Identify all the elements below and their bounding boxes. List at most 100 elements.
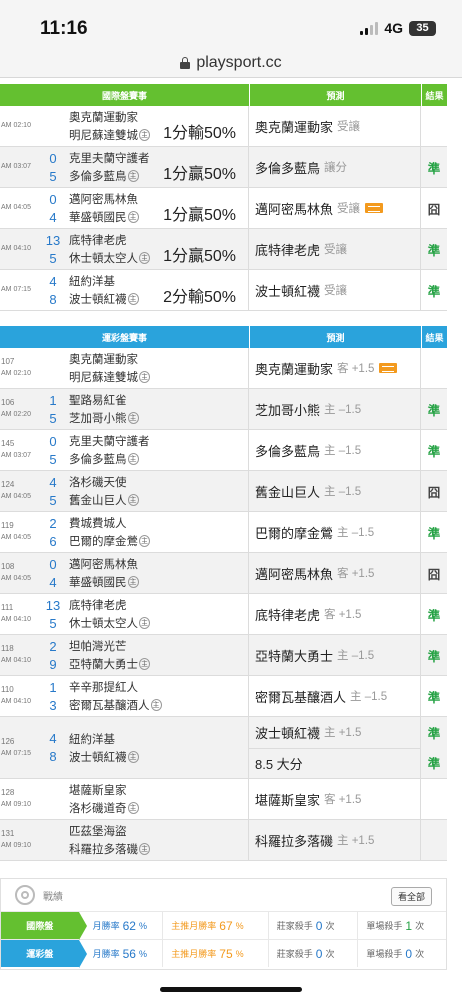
monthly-win-rate: 月勝率 62% [79,912,163,939]
home-team-line: 明尼蘇達雙城主 [37,368,248,386]
status-indicators: 4G 35 [360,20,436,36]
prediction-cell[interactable]: 芝加哥小熊主 –1.5 [249,389,421,429]
away-team-name: 費城費城人 [69,518,127,530]
away-team-name: 洛杉磯天使 [69,477,127,489]
result-cell: 準準 [421,717,447,778]
home-team-name: 華盛頓國民 [69,212,127,224]
match-row[interactable]: AM 03:07 0 克里夫蘭守護者 5 多倫多藍鳥主 1分贏50% 多倫多藍鳥 讓分準 [0,147,447,188]
away-team-name: 底特律老虎 [69,235,127,247]
home-badge: 主 [139,617,150,629]
view-all-button[interactable]: 看全部 [390,887,432,906]
prediction-cell[interactable]: 科羅拉多落磯主 +1.5 [249,820,421,860]
result-mark: 準 [427,284,441,299]
prediction-cell[interactable]: 奧克蘭運動家客 +1.5 [249,348,421,388]
match-row[interactable]: AM 04:10 13 底特律老虎 5 休士頓太空人主 1分贏50% 底特律老虎 受讓準 [0,229,447,270]
hot-pick-icon [379,363,398,373]
match-row[interactable]: 119 AM 04:05 2 費城費城人 6 巴爾的摩金鶯主巴爾的摩金鶯主 –1.5 準 [0,512,447,553]
stat-market-tag: 國際盤 [1,912,87,940]
match-row[interactable]: 118 AM 04:10 2 坦帕灣光芒 9 亞特蘭大勇士主亞特蘭大勇士主 –1.5 準 [0,635,447,676]
prediction-cell[interactable]: 邁阿密馬林魚客 +1.5 [249,553,421,593]
away-team-line: 1 辛辛那提紅人 [37,678,248,696]
game-id: 118 [1,644,14,653]
home-team-name: 明尼蘇達雙城 [69,372,138,384]
prediction-line: 8.5 大分 [249,747,420,779]
main-value: 67 [219,918,233,933]
hot-pick-icon [365,203,384,213]
home-team-line: 5 芝加哥小熊主 [37,409,248,427]
match-time-cell: 131 AM 09:10 [0,820,37,860]
match-row[interactable]: 131 AM 09:10 匹茲堡海盜 科羅拉多落磯主科羅拉多落磯主 +1.5 [0,820,447,861]
home-score: 5 [49,451,57,467]
away-score: 0 [49,191,57,207]
home-badge: 主 [139,252,150,264]
away-team-line: 4 洛杉磯天使 [37,473,248,491]
prediction-cell[interactable]: 巴爾的摩金鶯主 –1.5 [249,512,421,552]
match-row[interactable]: 128 AM 09:10 堪薩斯皇家 洛杉磯道奇主堪薩斯皇家客 +1.5 [0,779,447,820]
match-row[interactable]: 110 AM 04:10 1 辛辛那提紅人 3 密爾瓦基釀酒人主密爾瓦基釀酒人主 –1.5… [0,676,447,717]
prediction-cell[interactable]: 波士頓紅襪 受讓 [249,270,421,310]
prediction-cell[interactable]: 奧克蘭運動家 受讓 [249,106,421,146]
home-team-name: 波士頓紅襪 [69,294,127,306]
header-prediction: 預測 [249,84,421,106]
away-team-name: 邁阿密馬林魚 [69,559,138,571]
prediction-type: 主 –1.5 [337,527,375,539]
match-row[interactable]: 107 AM 02:10 奧克蘭運動家 明尼蘇達雙城主奧克蘭運動家客 +1.5 [0,348,447,389]
home-badge: 主 [139,535,150,547]
home-team-name: 亞特蘭大勇士 [69,659,138,671]
away-team-line: 匹茲堡海盜 [37,822,248,840]
away-team-line: 2 坦帕灣光芒 [37,637,248,655]
prediction-cell[interactable]: 亞特蘭大勇士主 –1.5 [249,635,421,675]
home-team-name: 多倫多藍鳥 [69,171,127,183]
predicted-team: 奧克蘭運動家 [255,361,334,377]
home-score: 5 [49,168,57,184]
prediction-cell[interactable]: 堪薩斯皇家客 +1.5 [249,779,421,819]
match-row[interactable]: 108 AM 04:05 0 邁阿密馬林魚 4 華盛頓國民主 邁阿密馬林魚客 +1.5 囧 [0,553,447,594]
teams-cell: 0 克里夫蘭守護者 5 多倫多藍鳥主 1分贏50% [37,147,249,187]
home-score: 5 [49,250,57,266]
home-team-name: 華盛頓國民 [69,577,127,589]
prediction-cell[interactable]: 波士頓紅襪主 +1.5 8.5 大分 [249,717,421,778]
away-team-line: 13 底特律老虎 [37,596,248,614]
match-time: AM 04:10 [1,657,31,664]
prediction-cell[interactable]: 底特律老虎客 +1.5 [249,594,421,634]
home-badge: 主 [139,843,150,855]
prediction-cell[interactable]: 底特律老虎 受讓 [249,229,421,269]
away-score: 0 [49,556,57,572]
prediction-cell[interactable]: 邁阿密馬林魚 受讓 [249,188,421,228]
match-time-cell: 106 AM 02:20 [0,389,37,429]
prediction-type: 客 +1.5 [324,609,362,621]
away-team-line: 奧克蘭運動家 [37,350,248,368]
match-row[interactable]: 124 AM 04:05 4 洛杉磯天使 5 舊金山巨人主舊金山巨人主 –1.5 囧 [0,471,447,512]
prediction-cell[interactable]: 多倫多藍鳥主 –1.5 [249,430,421,470]
match-row[interactable]: AM 02:10 奧克蘭運動家 明尼蘇達雙城主 1分輸50% 奧克蘭運動家 受讓 [0,106,447,147]
prediction-type: 主 –1.5 [337,650,375,662]
result-cell: 準 [421,389,447,429]
prediction-line: 科羅拉多落磯主 +1.5 [249,831,420,850]
home-team-name: 休士頓太空人 [69,618,138,630]
stat-row: 運彩盤 月勝率 56% 主推月勝率 75% 莊家殺手 0 次單場殺手 0 次 [1,939,446,968]
match-row[interactable]: AM 07:15 4 紐約洋基 8 波士頓紅襪主 2分輸50% 波士頓紅襪 受讓準 [0,270,447,311]
teams-cell: 奧克蘭運動家 明尼蘇達雙城主 [37,348,249,388]
home-indicator [160,987,302,992]
target-icon [15,885,35,905]
banker-killer: 莊家殺手 0 次 [267,912,358,939]
match-row[interactable]: 111 AM 04:10 13 底特律老虎 5 休士頓太空人主底特律老虎客 +1.5 準 [0,594,447,635]
main-pick-win-rate: 主推月勝率 75% [162,940,268,967]
match-row[interactable]: 106 AM 02:20 1 聖路易紅雀 5 芝加哥小熊主芝加哥小熊主 –1.5 準 [0,389,447,430]
match-row[interactable]: AM 04:05 0 邁阿密馬林魚 4 華盛頓國民主 1分贏50% 邁阿密馬林魚 受讓囧 [0,188,447,229]
percent-sign: % [138,948,147,959]
result-cell [421,779,447,819]
prediction-cell[interactable]: 密爾瓦基釀酒人主 –1.5 [249,676,421,716]
away-score: 4 [49,273,57,289]
prediction-line: 堪薩斯皇家客 +1.5 [249,790,420,809]
unit-label: 次 [325,921,335,931]
teams-cell: 4 紐約洋基 8 波士頓紅襪主 2分輸50% [37,270,249,310]
away-score: 1 [49,679,57,695]
main-value: 75 [219,946,233,961]
address-bar[interactable]: playsport.cc [0,48,462,78]
match-row[interactable]: 126 AM 07:15 4 紐約洋基 8 波士頓紅襪主波士頓紅襪主 +1.5 8.5 大分… [0,717,447,779]
prediction-cell[interactable]: 多倫多藍鳥 讓分 [249,147,421,187]
prediction-cell[interactable]: 舊金山巨人主 –1.5 [249,471,421,511]
header-match: 國際盤賽事 [0,84,249,106]
match-row[interactable]: 145 AM 03:07 0 克里夫蘭守護者 5 多倫多藍鳥主多倫多藍鳥主 –1.5 準 [0,430,447,471]
